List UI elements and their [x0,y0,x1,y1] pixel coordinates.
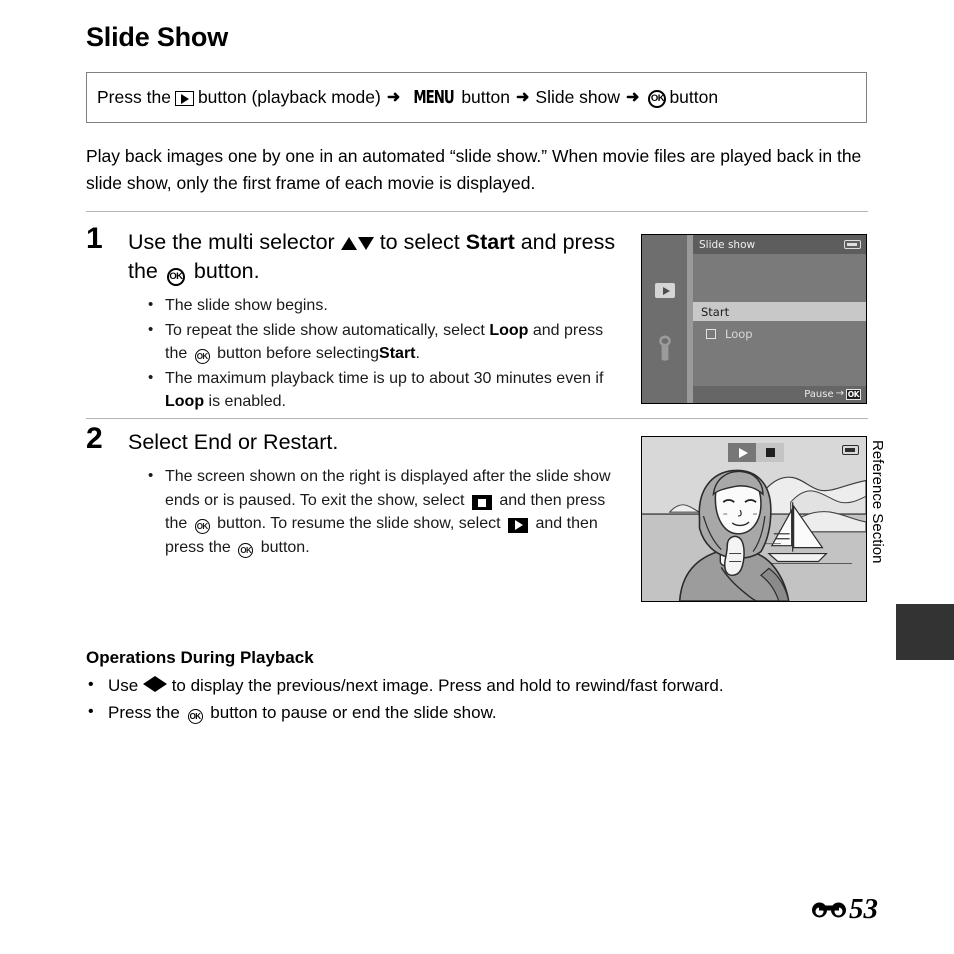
stop-icon [471,495,492,510]
step-2-bullet-1: The screen shown on the right is display… [148,464,626,559]
operations-section-title: Operations During Playback [86,648,314,667]
step-1-bullet-2-text-c: button before selecting [217,345,380,362]
step-1-heading-part1: Use the multi selector [128,230,335,254]
stop-icon[interactable] [756,443,784,462]
path-segment-10: button [669,87,719,107]
arrow-down-icon [357,237,374,250]
camera-screen-paused-photo [641,436,867,602]
screen1-hint-arrow: → [835,388,844,399]
step-1-bullet-3-text-a: The maximum playback time is up to about… [165,369,604,387]
screen1-title: Slide show [699,238,756,251]
camera-screen-slide-show-menu: Slide show Start Loop Pause → OK [641,234,867,404]
path-arrow-3: ➜ [626,88,640,106]
operations-item-1-text-a: Use [108,676,139,695]
screen1-hint-ok-button: OK [846,389,861,400]
step-2-heading: Select End or Restart. [128,430,339,454]
arrow-right-icon [154,676,167,692]
page-number-value: 53 [849,893,878,925]
battery-icon [842,445,859,455]
path-segment-2: button (playback mode) [197,87,381,107]
step-1-bullet-2-bold-loop: Loop [489,321,529,339]
screen1-menu-item-loop-label: Loop [725,326,753,341]
screen1-sidebar [642,235,687,403]
step-1-bullet-2-period: . [415,345,420,362]
step-1-heading: Use the multi selector to select Start a… [128,228,626,286]
path-arrow-2: ➜ [515,88,530,106]
ok-button-icon: OK [187,709,203,724]
path-segment-0: Press the [97,87,171,107]
step-1-bullet-3-bold-loop: Loop [165,393,205,410]
divider-rule-middle [86,418,868,419]
step-1-heading-bold-start: Start [465,230,515,254]
step-1-bullet-2-bold-start: Start [379,345,416,362]
step-1-heading-part2: to select [379,230,460,254]
operations-item-2: Press the OK button to pause or end the … [86,698,876,726]
screen2-playback-controls[interactable] [728,443,784,462]
playback-mode-icon [655,283,675,298]
step-2-bullet-1-text-e: button. [260,538,310,556]
page-number: 53 [811,893,878,926]
navigation-path-box: Press the button (playback mode) ➜ MENU … [86,72,867,123]
operations-item-1: Use to display the previous/next image. … [86,671,876,699]
divider-rule-top [86,211,868,212]
menu-glyph: MENU [413,87,455,108]
navigation-path-text: Press the button (playback mode) ➜ MENU … [87,87,718,108]
ok-button-icon: OK [648,89,667,108]
step-1-bullet-1-text: The slide show begins. [165,297,328,314]
loop-checkbox[interactable] [706,328,716,339]
screen1-menu-item-start[interactable]: Start [693,302,866,321]
screen1-menu-item-start-label: Start [701,304,730,319]
step-2: 2 Select End or Restart. The screen show… [86,422,626,560]
step-1-bullet-3: The maximum playback time is up to about… [148,366,626,414]
battery-icon [844,240,861,249]
screen1-menu-item-loop[interactable]: Loop [693,324,866,343]
path-segment-7: Slide show [535,87,621,107]
step-2-bullet-1-text-c: button. To resume the slide show, select [217,515,501,532]
manual-page: Slide Show Press the button (playback mo… [0,0,954,954]
ok-button-icon: OK [238,542,254,558]
step-1-bullet-3-text-b: is enabled. [208,393,286,410]
arrow-left-icon [142,676,155,692]
screen1-hint-text: Pause [804,389,834,400]
step-1-heading-part4: button. [193,259,260,283]
step-1-bullet-2: To repeat the slide show automatically, … [148,318,626,366]
play-icon[interactable] [728,443,756,462]
operations-item-1-text-b: to display the previous/next image. Pres… [171,676,724,695]
operations-list: Use to display the previous/next image. … [86,671,876,726]
arrow-up-icon [340,237,357,250]
operations-item-2-text-a: Press the [108,703,180,722]
play-icon [508,517,529,533]
step-1: 1 Use the multi selector to select Start… [86,222,626,415]
operations-item-2-text-b: button to pause or end the slide show. [210,703,497,722]
page-title: Slide Show [86,22,229,52]
e-reference-symbol-icon [812,902,846,917]
wrench-svg [659,335,671,361]
screen1-bottom-hint-bar: Pause → OK [693,386,866,403]
screen1-main-panel: Slide show Start Loop Pause → OK [693,235,866,403]
ok-button-icon: OK [194,519,210,535]
side-tab-marker [896,604,954,660]
path-arrow-1: ➜ [386,88,401,106]
step-1-number: 1 [86,222,103,255]
step-1-bullet-2-text-a: To repeat the slide show automatically, … [165,321,485,339]
step-1-bullets: The slide show begins. To repeat the sli… [148,293,626,414]
screen1-titlebar: Slide show [693,235,866,254]
side-tab-label: Reference Section [869,440,886,564]
setup-wrench-icon [654,335,676,361]
playback-button-icon [174,91,194,106]
ok-button-icon: OK [194,349,210,365]
step-1-bullet-1: The slide show begins. [148,293,626,318]
step-2-bullets: The screen shown on the right is display… [148,464,626,559]
intro-paragraph: Play back images one by one in an automa… [86,146,862,193]
step-2-number: 2 [86,422,103,455]
path-segment-5: button [461,87,510,107]
ok-button-icon: OK [166,267,185,286]
